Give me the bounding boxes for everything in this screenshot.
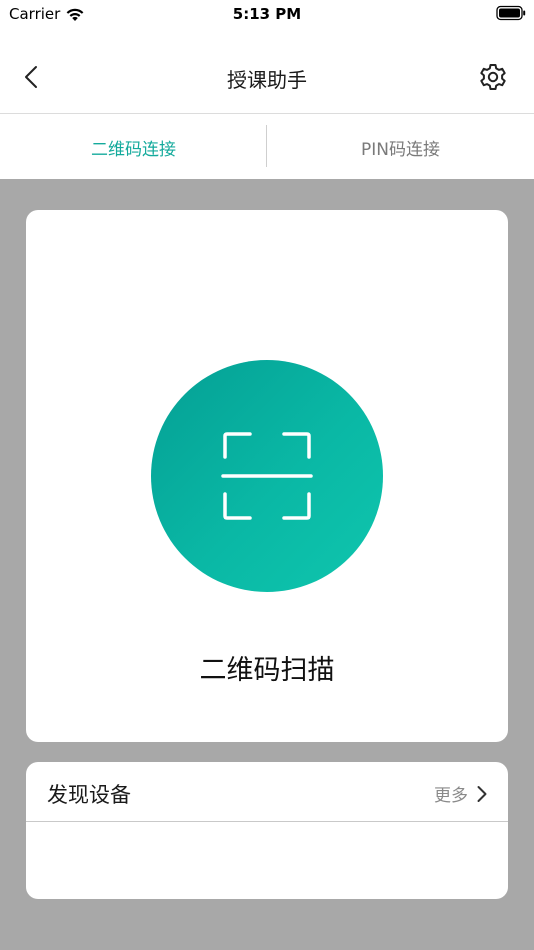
navigation-bar: 授课助手	[0, 44, 534, 114]
page-title: 授课助手	[227, 68, 307, 92]
qr-scan-label: 二维码扫描	[199, 655, 335, 686]
gear-icon[interactable]	[478, 62, 508, 92]
discovered-devices-card: 发现设备 更多	[26, 762, 508, 899]
connection-tabs: 二维码连接 PIN码连接	[0, 115, 534, 179]
battery-icon	[496, 5, 526, 21]
chevron-right-icon	[477, 785, 487, 802]
more-devices-link[interactable]: 更多	[434, 781, 488, 806]
tab-qr-connect[interactable]: 二维码连接	[0, 115, 267, 179]
qr-scan-icon	[221, 432, 313, 520]
status-bar: Carrier 5:13 PM	[0, 0, 534, 30]
devices-header: 发现设备 更多	[26, 762, 508, 822]
more-label: 更多	[434, 786, 468, 806]
qr-scan-button[interactable]	[151, 360, 383, 592]
header-area: Carrier 5:13 PM 授课助手 二维码连接 PIN码连接	[0, 0, 534, 179]
tab-pin-connect[interactable]: PIN码连接	[267, 115, 534, 179]
devices-title: 发现设备	[47, 783, 131, 807]
status-time: 5:13 PM	[232, 5, 302, 23]
qr-scan-card: 二维码扫描	[26, 210, 508, 742]
